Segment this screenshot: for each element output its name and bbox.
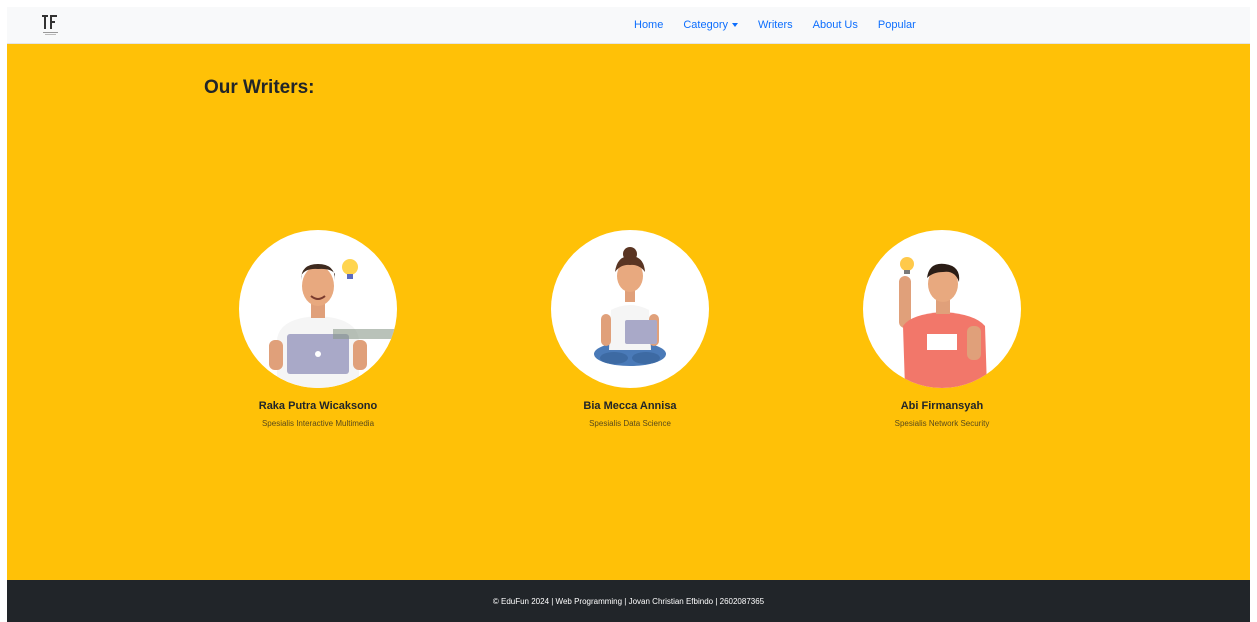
- nav-link-writers[interactable]: Writers: [758, 19, 793, 31]
- brand-logo[interactable]: [40, 12, 62, 38]
- man-with-laptop-lightbulb-icon: [269, 259, 395, 388]
- man-with-idea-lightbulb-icon: [899, 257, 987, 388]
- nav-link-category[interactable]: Category: [683, 19, 738, 31]
- nav-link-category-label: Category: [683, 19, 728, 31]
- writer-role: Spesialis Interactive Multimedia: [261, 419, 375, 428]
- writer-card[interactable]: Abi Firmansyah Spesialis Network Securit…: [822, 230, 1062, 428]
- nav-link-home[interactable]: Home: [634, 19, 663, 31]
- navbar: Home Category Writers About Us Popular: [7, 7, 1250, 44]
- writer-role: Spesialis Network Security: [894, 419, 990, 428]
- woman-sitting-with-laptop-icon: [594, 247, 666, 366]
- page: Home Category Writers About Us Popular O…: [7, 7, 1250, 622]
- writer-card[interactable]: Bia Mecca Annisa Spesialis Data Science: [510, 230, 750, 428]
- writer-avatar: [551, 230, 709, 388]
- caret-down-icon: [731, 23, 738, 27]
- writer-name: Bia Mecca Annisa: [583, 400, 677, 412]
- nav-link-about-us[interactable]: About Us: [813, 19, 858, 31]
- nav-links: Home Category Writers About Us Popular: [634, 7, 936, 43]
- writer-name: Abi Firmansyah: [900, 400, 984, 412]
- writers-section: Our Writers: Raka Putra Wicaksono Spesia…: [7, 44, 1250, 580]
- nav-link-popular[interactable]: Popular: [878, 19, 916, 31]
- footer-copyright: © EduFun 2024 | Web Programming | Jovan …: [492, 596, 765, 606]
- page-title: Our Writers:: [204, 77, 315, 98]
- writer-card[interactable]: Raka Putra Wicaksono Spesialis Interacti…: [198, 230, 438, 428]
- footer: © EduFun 2024 | Web Programming | Jovan …: [7, 580, 1250, 622]
- writer-avatar: [239, 230, 397, 388]
- logo-icon: [42, 15, 58, 35]
- writer-role: Spesialis Data Science: [589, 419, 671, 428]
- writer-name: Raka Putra Wicaksono: [258, 400, 378, 412]
- writer-avatar: [863, 230, 1021, 388]
